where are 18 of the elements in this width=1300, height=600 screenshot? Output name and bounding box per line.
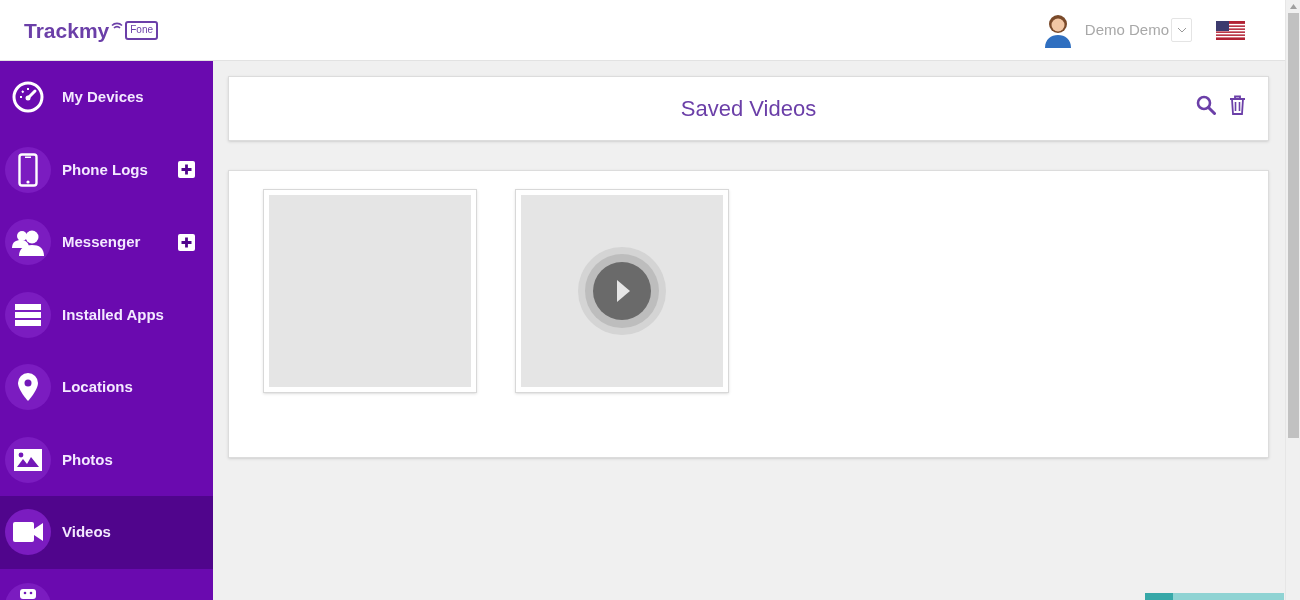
sidebar-item-label: Locations (62, 377, 134, 397)
logo[interactable]: Trackmy Fone (24, 19, 159, 41)
sidebar-item-label: Messenger (62, 232, 142, 252)
sidebar-item[interactable]: Locations (0, 351, 213, 424)
sidebar-item-label: Photos (62, 449, 114, 470)
sidebar-item[interactable]: Videos (0, 496, 213, 569)
sidebar-item-label: My Devices (62, 87, 145, 107)
sidebar-item-label: Installed Apps (62, 304, 165, 325)
page-title: Saved Videos (680, 95, 817, 123)
sidebar-item[interactable]: Phone Logs (0, 133, 213, 206)
sidebar-item[interactable]: My Devices (0, 61, 213, 134)
sidebar-item[interactable]: Photos (0, 423, 213, 496)
logo-badge: Fone (125, 21, 159, 40)
sidebar-item[interactable]: Installed Apps (0, 278, 213, 351)
sidebar-item-label: Videos (62, 522, 112, 542)
logo-text: Trackmy (24, 19, 110, 41)
sidebar-item[interactable]: Messenger (0, 206, 213, 279)
sidebar-item-label: Phone Logs (62, 159, 149, 180)
